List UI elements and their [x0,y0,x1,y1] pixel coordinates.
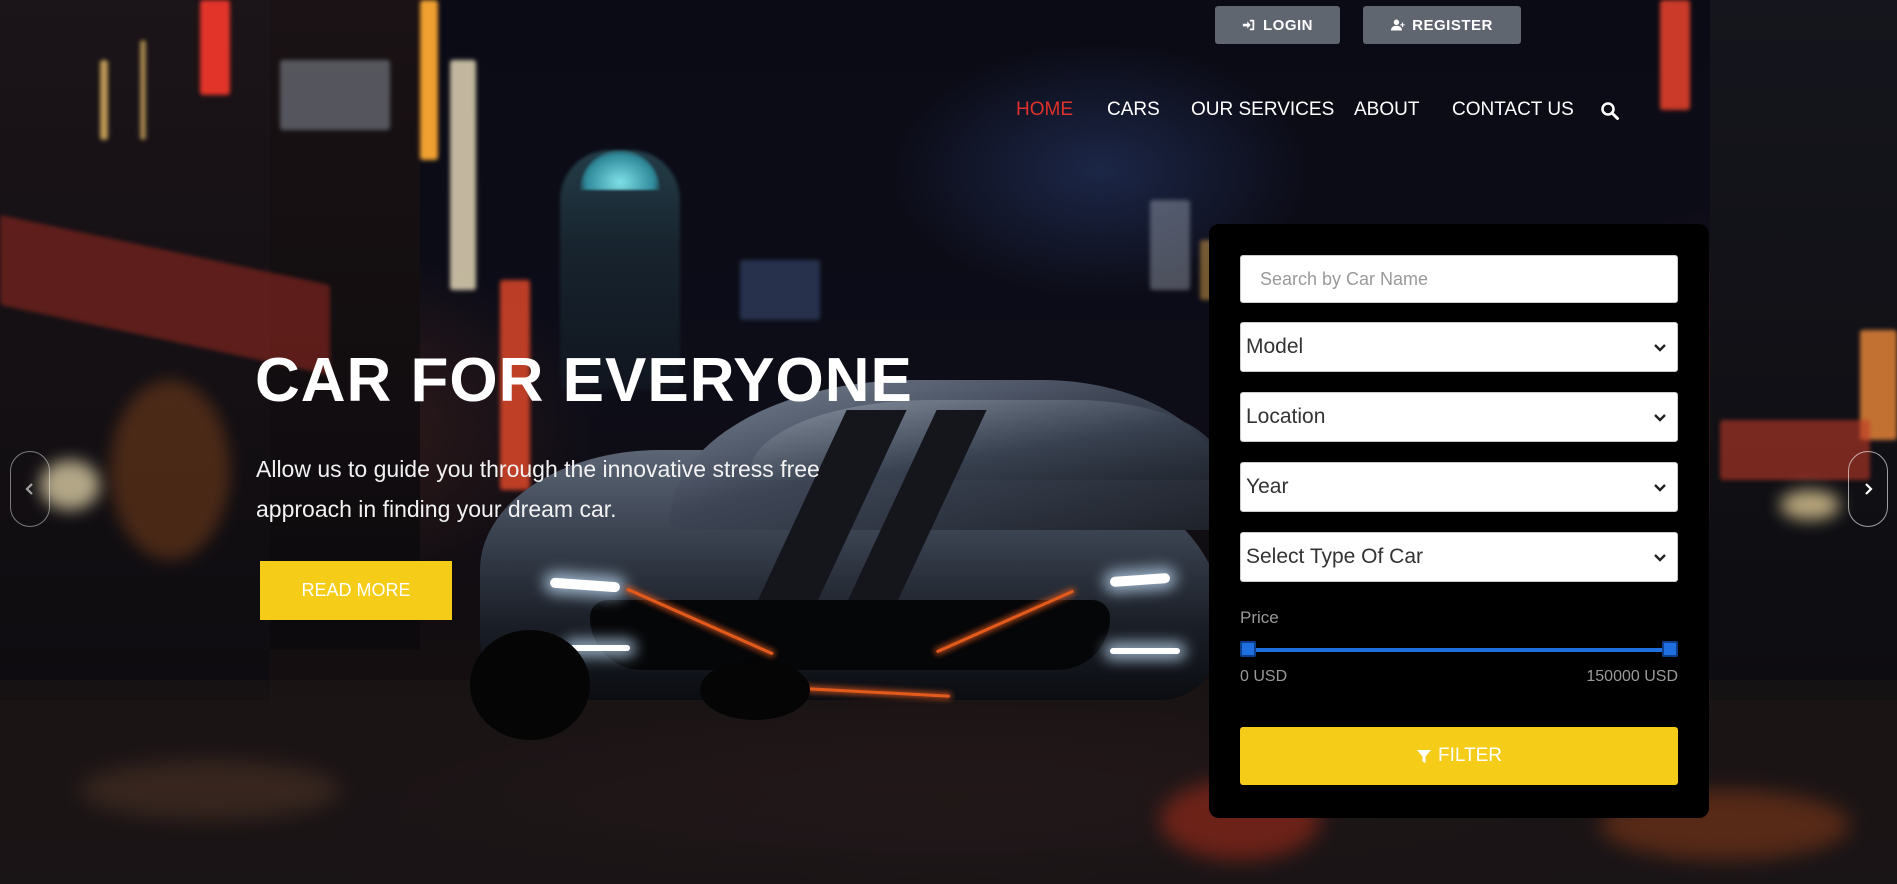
login-button[interactable]: LOGIN [1215,6,1340,44]
hero-title: CAR FOR EVERYONE [255,346,913,415]
year-select[interactable]: Year [1240,462,1678,512]
filter-label: FILTER [1437,745,1503,766]
price-min-handle[interactable] [1240,641,1256,657]
chevron-left-icon [25,483,33,495]
location-select[interactable]: Location [1240,392,1678,442]
price-range-track[interactable] [1248,648,1670,652]
car-name-search-input[interactable]: Search by Car Name [1240,255,1678,303]
register-label: REGISTER [1412,16,1493,34]
search-placeholder: Search by Car Name [1260,268,1429,289]
chevron-right-icon [1865,483,1873,495]
car-filter-panel: Search by Car Name Model Location Year S… [1209,224,1709,818]
chevron-down-icon [1654,484,1666,492]
login-label: LOGIN [1263,16,1313,34]
nav-home[interactable]: HOME [1016,99,1073,121]
price-label: Price [1240,608,1279,627]
price-min-value: 0 USD [1240,668,1288,685]
nav-cars[interactable]: CARS [1107,99,1160,121]
register-button[interactable]: REGISTER [1363,6,1521,44]
read-more-button[interactable]: READ MORE [260,561,452,620]
user-plus-icon [1391,19,1405,31]
nav-about[interactable]: ABOUT [1354,99,1419,121]
chevron-down-icon [1654,414,1666,422]
filter-button[interactable]: FILTER [1240,727,1678,785]
price-max-value: 150000 USD [1586,668,1678,685]
model-select-value: Model [1246,335,1304,358]
carousel-prev-button[interactable] [10,451,50,527]
car-type-select-value: Select Type Of Car [1246,545,1424,568]
chevron-down-icon [1654,344,1666,352]
nav-our-services[interactable]: OUR SERVICES [1191,99,1334,121]
year-select-value: Year [1246,475,1289,498]
chevron-down-icon [1654,554,1666,562]
location-select-value: Location [1246,405,1326,428]
nav-contact-us[interactable]: CONTACT US [1452,99,1574,121]
sign-in-icon [1242,19,1255,31]
car-image [470,370,1230,750]
hero-description: Allow us to guide you through the innova… [256,456,820,522]
carousel-next-button[interactable] [1848,451,1888,527]
price-max-handle[interactable] [1662,641,1678,657]
car-type-select[interactable]: Select Type Of Car [1240,532,1678,582]
search-icon[interactable] [1600,101,1620,121]
funnel-icon [1416,750,1431,763]
model-select[interactable]: Model [1240,322,1678,372]
